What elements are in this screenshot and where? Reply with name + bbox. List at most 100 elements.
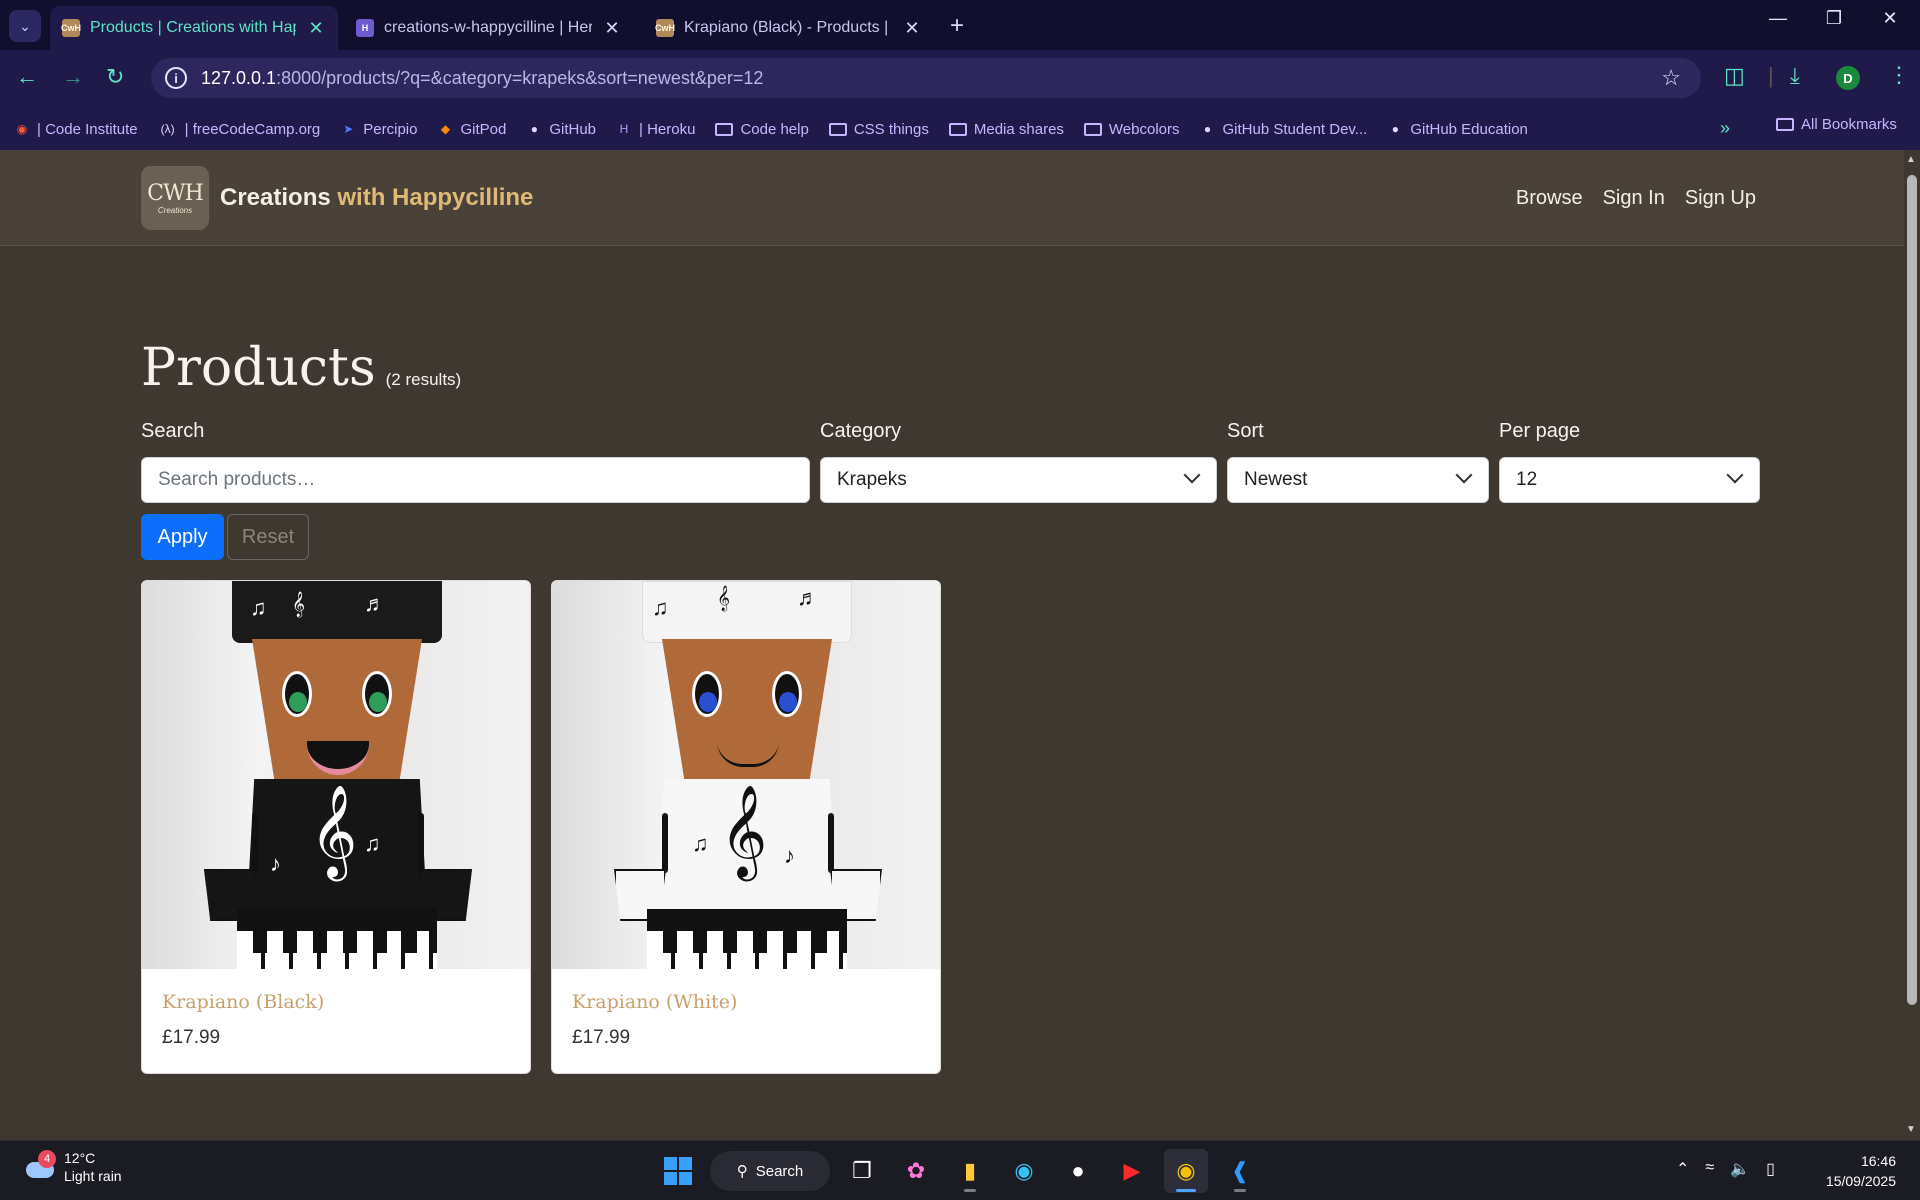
cwh-logo-icon: CwH bbox=[61, 19, 81, 37]
bookmark-folder-webcolors[interactable]: Webcolors bbox=[1083, 121, 1180, 138]
freecodecamp-icon: (λ) bbox=[160, 122, 175, 136]
sort-label: Sort bbox=[1227, 420, 1264, 442]
nav-browse-link[interactable]: Browse bbox=[1516, 187, 1583, 210]
nav-sign-up-link[interactable]: Sign Up bbox=[1685, 187, 1756, 210]
close-icon[interactable]: ✕ bbox=[306, 18, 326, 39]
product-card[interactable]: ♫ 𝄞 ♬ 𝄞 ♫ ♪ Krapiano (Black) £17.99 bbox=[141, 580, 531, 1074]
wifi-icon[interactable]: ≈ bbox=[1705, 1159, 1714, 1179]
reset-button[interactable]: Reset bbox=[227, 514, 309, 560]
tab-search-chevron-icon[interactable]: ⌄ bbox=[9, 10, 41, 42]
minimize-icon[interactable]: — bbox=[1758, 8, 1798, 29]
close-icon[interactable]: ✕ bbox=[602, 18, 622, 39]
browser-menu-icon[interactable]: ⋮ bbox=[1888, 62, 1910, 88]
bookmark-folder-media-shares[interactable]: Media shares bbox=[948, 121, 1064, 138]
bookmark-folder-code-help[interactable]: Code help bbox=[715, 121, 809, 138]
forward-arrow-icon[interactable]: → bbox=[62, 64, 84, 90]
product-name-link[interactable]: Krapiano (Black) bbox=[162, 991, 324, 1013]
window-close-icon[interactable]: ✕ bbox=[1870, 8, 1910, 29]
chevron-up-icon[interactable]: ⌃ bbox=[1676, 1159, 1689, 1179]
bookmark-github[interactable]: ● GitHub bbox=[526, 121, 596, 138]
weather-desc: Light rain bbox=[64, 1168, 122, 1184]
close-icon[interactable]: ✕ bbox=[902, 18, 922, 39]
bookmark-freecodecamp[interactable]: (λ) | freeCodeCamp.org bbox=[158, 121, 321, 138]
bookmark-folder-css-things[interactable]: CSS things bbox=[828, 121, 929, 138]
profile-avatar[interactable]: D bbox=[1836, 66, 1860, 90]
url-text: 127.0.0.1:8000/products/?q=&category=kra… bbox=[201, 67, 764, 88]
chrome-icon[interactable]: ◉ bbox=[1164, 1149, 1208, 1193]
extensions-puzzle-icon[interactable]: ◫ bbox=[1724, 63, 1745, 89]
site-nav-links: Browse Sign In Sign Up bbox=[1516, 187, 1756, 210]
all-bookmarks-folder[interactable]: All Bookmarks bbox=[1776, 116, 1897, 133]
bookmark-code-institute[interactable]: ◉ | Code Institute bbox=[14, 121, 138, 138]
music-note-icon: ♫ bbox=[364, 831, 381, 856]
code-institute-icon: ◉ bbox=[16, 122, 28, 136]
weather-widget[interactable]: 4 12°C Light rain bbox=[22, 1149, 122, 1185]
scrollbar-thumb[interactable] bbox=[1907, 175, 1917, 1005]
system-tray: ⌃ ≈ 🔈 ▯ bbox=[1676, 1159, 1775, 1179]
battery-icon[interactable]: ▯ bbox=[1766, 1159, 1775, 1179]
site-brand[interactable]: Creations with Happycilline bbox=[220, 184, 533, 212]
system-clock[interactable]: 16:46 15/09/2025 bbox=[1826, 1151, 1896, 1191]
file-explorer-icon[interactable]: ▮ bbox=[948, 1149, 992, 1193]
search-label: Search bbox=[141, 420, 205, 442]
tab-products[interactable]: CwH Products | Creations with Happycilli… bbox=[50, 6, 338, 50]
bookmark-github-education[interactable]: ● GitHub Education bbox=[1387, 121, 1528, 138]
tab-heroku[interactable]: H creations-w-happycilline | Heroku ✕ bbox=[344, 6, 634, 50]
sort-select[interactable]: Newest bbox=[1227, 457, 1489, 503]
per-page-select[interactable]: 12 bbox=[1499, 457, 1760, 503]
product-name-link[interactable]: Krapiano (White) bbox=[572, 991, 737, 1013]
reload-icon[interactable]: ↻ bbox=[106, 64, 124, 90]
site-navbar: CWH Creations Creations with Happycillin… bbox=[0, 150, 1904, 246]
product-price: £17.99 bbox=[162, 1027, 221, 1048]
new-tab-plus-icon[interactable]: + bbox=[950, 12, 964, 40]
volume-icon[interactable]: 🔈 bbox=[1730, 1159, 1750, 1179]
scroll-down-arrow-icon[interactable]: ▼ bbox=[1906, 1124, 1916, 1135]
heroku-icon: H bbox=[356, 19, 374, 37]
github-desktop-icon[interactable]: ● bbox=[1056, 1149, 1100, 1193]
taskbar-search[interactable]: ⚲ Search bbox=[710, 1151, 830, 1191]
nav-sign-in-link[interactable]: Sign In bbox=[1603, 187, 1665, 210]
folder-icon bbox=[828, 122, 847, 136]
bookmark-heroku[interactable]: H | Heroku bbox=[616, 121, 696, 138]
clock-date: 15/09/2025 bbox=[1825, 1173, 1896, 1189]
more-bookmarks-chevron-icon[interactable]: » bbox=[1720, 118, 1730, 139]
scroll-up-arrow-icon[interactable]: ▲ bbox=[1906, 154, 1916, 165]
task-view-icon[interactable]: ❐ bbox=[840, 1149, 884, 1193]
product-image[interactable]: ♫ 𝄞 ♬ 𝄞 ♫ ♪ bbox=[142, 581, 530, 969]
per-page-label: Per page bbox=[1499, 420, 1581, 442]
copilot-icon[interactable]: ✿ bbox=[894, 1149, 938, 1193]
bookmark-star-icon[interactable]: ☆ bbox=[1661, 65, 1681, 91]
vscode-icon[interactable]: ❰ bbox=[1218, 1149, 1262, 1193]
treble-clef-icon: 𝄞 bbox=[717, 585, 731, 610]
product-card[interactable]: ♫ 𝄞 ♬ 𝄞 ♫ ♪ Krapiano (White) £17.99 bbox=[551, 580, 941, 1074]
tab-krapiano-black[interactable]: CwH Krapiano (Black) - Products | Creati… bbox=[644, 6, 934, 50]
bookmark-gitpod[interactable]: ◆ GitPod bbox=[437, 121, 506, 138]
bookmark-percipio[interactable]: ➤ Percipio bbox=[340, 121, 417, 138]
edge-icon[interactable]: ◉ bbox=[1002, 1149, 1046, 1193]
back-arrow-icon[interactable]: ← bbox=[16, 64, 38, 90]
site-logo[interactable]: CWH Creations bbox=[141, 166, 209, 230]
heroku-icon: H bbox=[619, 122, 629, 136]
restore-icon[interactable]: ❐ bbox=[1814, 8, 1854, 29]
start-button[interactable] bbox=[656, 1149, 700, 1193]
chevron-down-icon bbox=[1455, 466, 1473, 484]
treble-clef-icon: 𝄞 bbox=[292, 591, 306, 616]
bookmark-github-student[interactable]: ● GitHub Student Dev... bbox=[1200, 121, 1367, 138]
tab-title: Products | Creations with Happycilline bbox=[90, 19, 296, 36]
windows-taskbar: 4 12°C Light rain ⚲ Search ❐ ✿ ▮ ◉ ● ▶ ◉… bbox=[0, 1140, 1920, 1200]
github-icon: ● bbox=[1203, 122, 1212, 136]
product-image[interactable]: ♫ 𝄞 ♬ 𝄞 ♫ ♪ bbox=[552, 581, 940, 969]
search-input[interactable]: Search products… bbox=[141, 457, 810, 503]
youtube-icon[interactable]: ▶ bbox=[1110, 1149, 1154, 1193]
clock-time: 16:46 bbox=[1860, 1153, 1896, 1169]
tab-title: creations-w-happycilline | Heroku bbox=[384, 19, 592, 36]
download-icon[interactable]: ⤓ bbox=[1790, 63, 1800, 89]
site-info-icon[interactable]: i bbox=[165, 67, 187, 89]
github-icon: ● bbox=[530, 122, 538, 136]
address-toolbar: ← → ↻ i 127.0.0.1:8000/products/?q=&cate… bbox=[0, 50, 1920, 108]
category-select[interactable]: Krapeks bbox=[820, 457, 1217, 503]
category-label: Category bbox=[820, 420, 902, 442]
url-bar[interactable]: i 127.0.0.1:8000/products/?q=&category=k… bbox=[151, 58, 1701, 98]
rain-cloud-icon: 4 bbox=[22, 1150, 56, 1182]
apply-button[interactable]: Apply bbox=[141, 514, 224, 560]
